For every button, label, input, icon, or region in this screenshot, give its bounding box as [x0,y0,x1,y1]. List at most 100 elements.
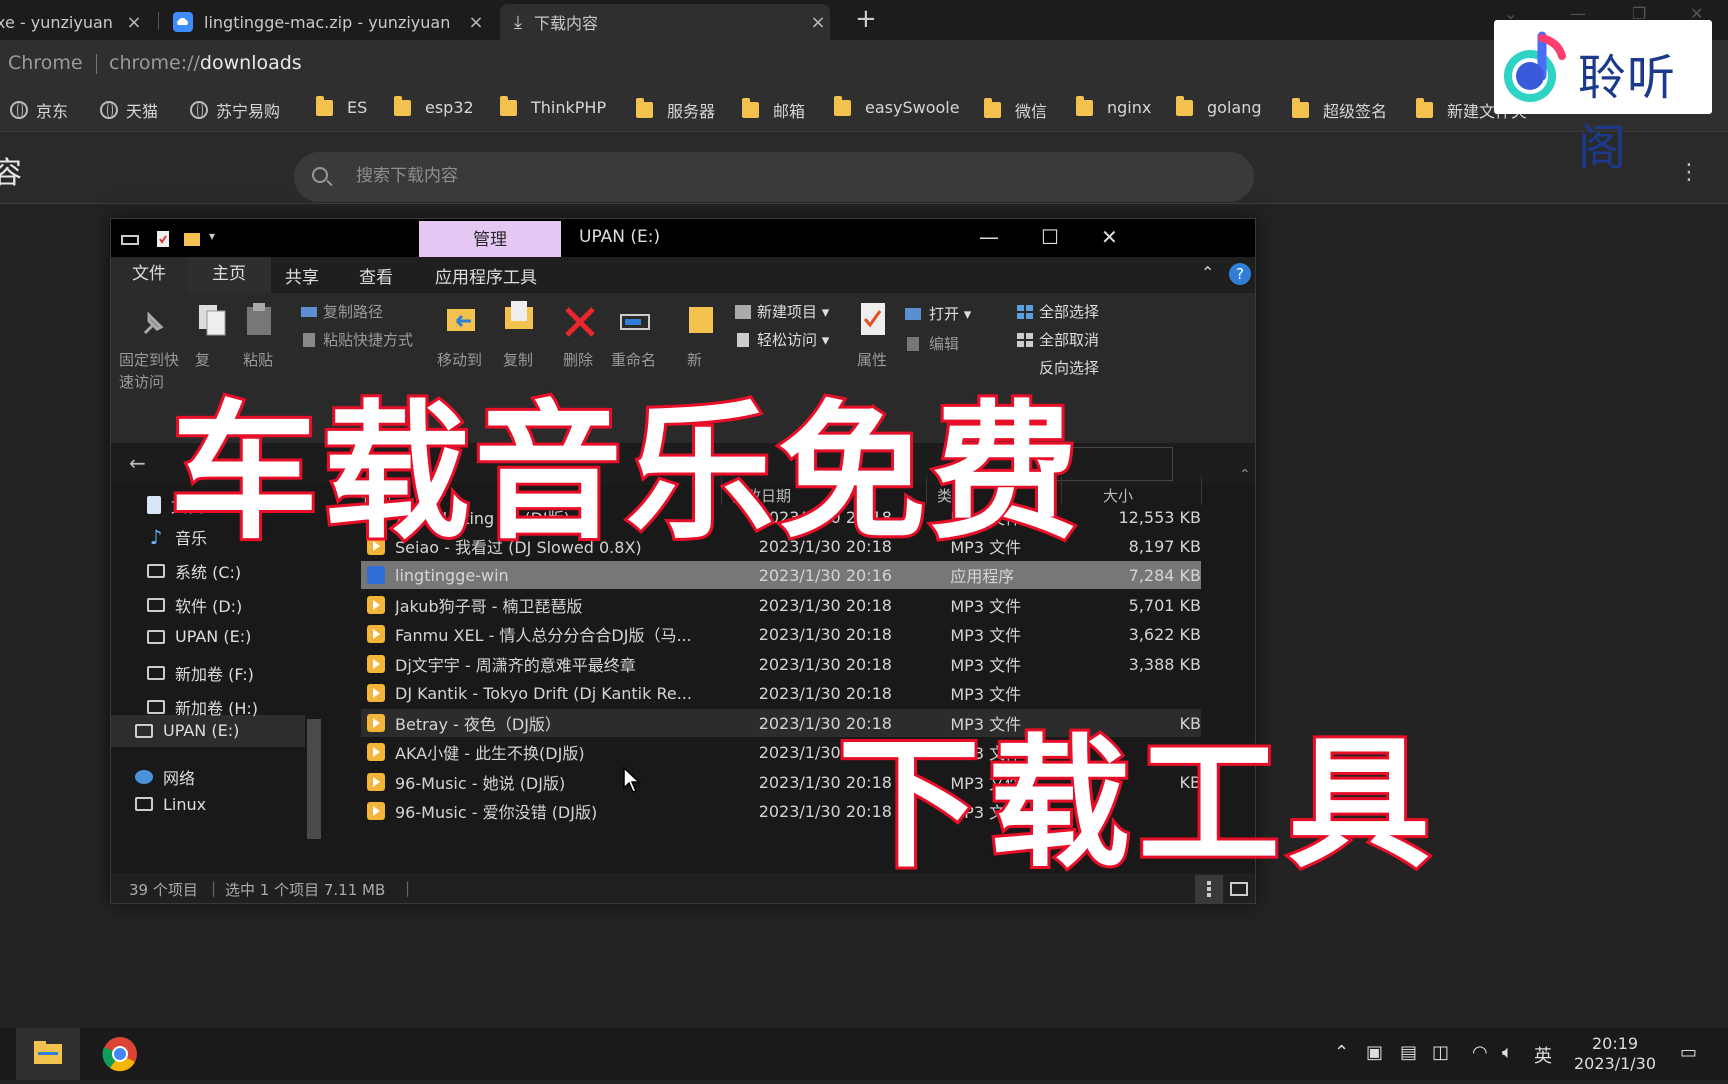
document-icon [147,496,161,514]
bookmark-folder[interactable]: 超级签名 [1292,98,1387,122]
back-arrow-icon[interactable]: ← [129,451,146,475]
sidebar-item-drive-f[interactable]: 新加卷 (F:) [147,661,254,685]
drive-icon [147,564,165,578]
chevron-down-icon[interactable]: ▾ [209,229,215,243]
audio-file-icon [367,596,385,614]
notification-icon[interactable]: ▭ [1680,1042,1697,1063]
scroll-up-icon[interactable]: ⌃ [1239,467,1251,483]
open-button[interactable]: 打开 ▾ [929,303,971,324]
browser-tab-active[interactable]: ⤓ 下载内容 × [500,4,830,40]
new-folder-icon[interactable] [183,231,201,247]
new-item-icon [735,305,751,319]
new-tab-button[interactable]: + [855,4,877,34]
close-icon[interactable]: × [122,12,146,33]
chevron-up-icon[interactable]: ⌃ [1334,1042,1349,1063]
taskbar-chrome[interactable] [88,1028,152,1080]
easy-access-icon [737,333,749,347]
select-none-button[interactable]: 全部取消 [1039,329,1099,350]
network-icon [135,770,153,784]
sidebar-item-upan[interactable]: UPAN (E:) [135,721,239,740]
sidebar-item-linux[interactable]: Linux [135,797,206,811]
copy-icon[interactable] [195,303,229,337]
search-input[interactable] [356,164,956,188]
copy-path-button[interactable]: 复制路径 [323,301,383,322]
address-bar[interactable]: Chrome chrome://downloads [0,40,1728,88]
copy-to-icon[interactable] [503,301,537,335]
bookmark-item[interactable]: 京东 [10,98,68,122]
bookmark-folder[interactable]: 邮箱 [742,98,805,122]
easy-access-button[interactable]: 轻松访问 ▾ [757,329,829,350]
new-item-button[interactable]: 新建项目 ▾ [757,301,829,322]
file-row[interactable]: Dj文宇宇 - 周潇齐的意难平最终章 2023/1/30 20:18 MP3 文件 3… [361,650,1201,678]
file-row[interactable]: Fanmu XEL - 情人总分分合合DJ版（马... 2023/1/30 20:… [361,620,1201,648]
search-field[interactable] [294,152,1254,202]
help-icon[interactable]: ? [1229,263,1251,285]
tab-home[interactable]: 主页 [187,257,271,293]
tab-view[interactable]: 查看 [359,263,393,288]
close-icon[interactable]: × [806,12,830,33]
sidebar-scrollbar[interactable] [307,719,321,839]
drive-icon [147,629,165,644]
tab-file[interactable]: 文件 [111,257,187,293]
drive-icon [147,700,165,714]
wifi-icon[interactable]: ◠ [1472,1042,1488,1063]
bookmark-item[interactable]: 苏宁易购 [190,98,280,122]
minimize-button[interactable]: — [979,225,999,249]
sidebar-item-drive-e[interactable]: UPAN (E:) [147,627,251,646]
bookmark-folder[interactable]: nginx [1076,95,1151,117]
security-icon[interactable]: ▣ [1366,1042,1383,1063]
file-row[interactable]: Jakub狗子哥 - 楠卫琵琶版 2023/1/30 20:18 MP3 文件 5,7… [361,591,1201,619]
tab-share[interactable]: 共享 [285,263,319,288]
delete-icon[interactable] [563,305,597,339]
volume-icon[interactable]: 🔈︎ [1502,1042,1513,1063]
bookmark-folder[interactable]: esp32 [394,95,474,117]
bookmark-folder[interactable]: ES [316,95,367,117]
paste-shortcut-button[interactable]: 粘贴快捷方式 [323,329,413,350]
sidebar-item-drive-h[interactable]: 新加卷 (H:) [147,695,258,719]
properties-icon[interactable] [857,303,891,337]
audio-file-icon [367,684,385,702]
bookmark-folder[interactable]: 微信 [984,98,1047,122]
select-all-button[interactable]: 全部选择 [1039,301,1099,322]
battery-icon[interactable]: ▤ [1400,1042,1417,1063]
close-icon[interactable]: × [464,12,488,33]
move-to-icon[interactable] [445,303,479,337]
sidebar-item-network[interactable]: 网络 [135,765,195,789]
music-note-logo-icon [1504,31,1566,102]
tab-app-tools[interactable]: 应用程序工具 [435,263,537,288]
drive-icon[interactable] [121,231,139,247]
select-all-icon [1017,305,1033,319]
audio-file-icon [367,773,385,791]
bookmark-folder[interactable]: ThinkPHP [500,95,606,117]
app-icon [367,566,385,584]
new-folder-icon[interactable] [685,303,719,337]
close-button[interactable]: ✕ [1101,225,1118,249]
browser-tab[interactable]: xe - yunziyuan × [0,4,146,40]
folder-icon [834,95,851,116]
display-icon[interactable]: ◫ [1432,1042,1449,1063]
properties-icon[interactable] [155,231,173,247]
input-language[interactable]: 英 [1534,1042,1552,1068]
sidebar-item-drive-d[interactable]: 软件 (D:) [147,593,242,617]
browser-tab[interactable]: lingtingge-mac.zip - yunziyuan × [172,4,488,40]
bookmark-item[interactable]: 天猫 [100,98,158,122]
audio-file-icon [367,743,385,761]
selection-info: 选中 1 个项目 7.11 MB [225,881,386,899]
bookmark-folder[interactable]: 服务器 [636,98,715,122]
taskbar-file-explorer[interactable] [16,1028,80,1080]
folder-icon [394,95,411,116]
system-clock[interactable]: 20:19 2023/1/30 [1574,1034,1656,1074]
music-icon: ♪ [149,525,163,549]
paste-icon[interactable] [243,303,277,337]
pin-icon[interactable] [135,307,169,341]
copy-path-icon [301,307,317,317]
bookmark-folder[interactable]: easySwoole [834,95,960,117]
url-text[interactable]: chrome://downloads [109,52,302,74]
drive-icon [135,723,153,738]
bookmark-folder[interactable]: golang [1176,95,1262,117]
edit-button[interactable]: 编辑 [929,333,959,354]
rename-icon[interactable] [619,305,653,339]
tab-manage[interactable]: 管理 [419,221,561,261]
chevron-up-icon[interactable]: ⌃ [1201,263,1214,282]
maximize-button[interactable]: ☐ [1041,225,1059,249]
